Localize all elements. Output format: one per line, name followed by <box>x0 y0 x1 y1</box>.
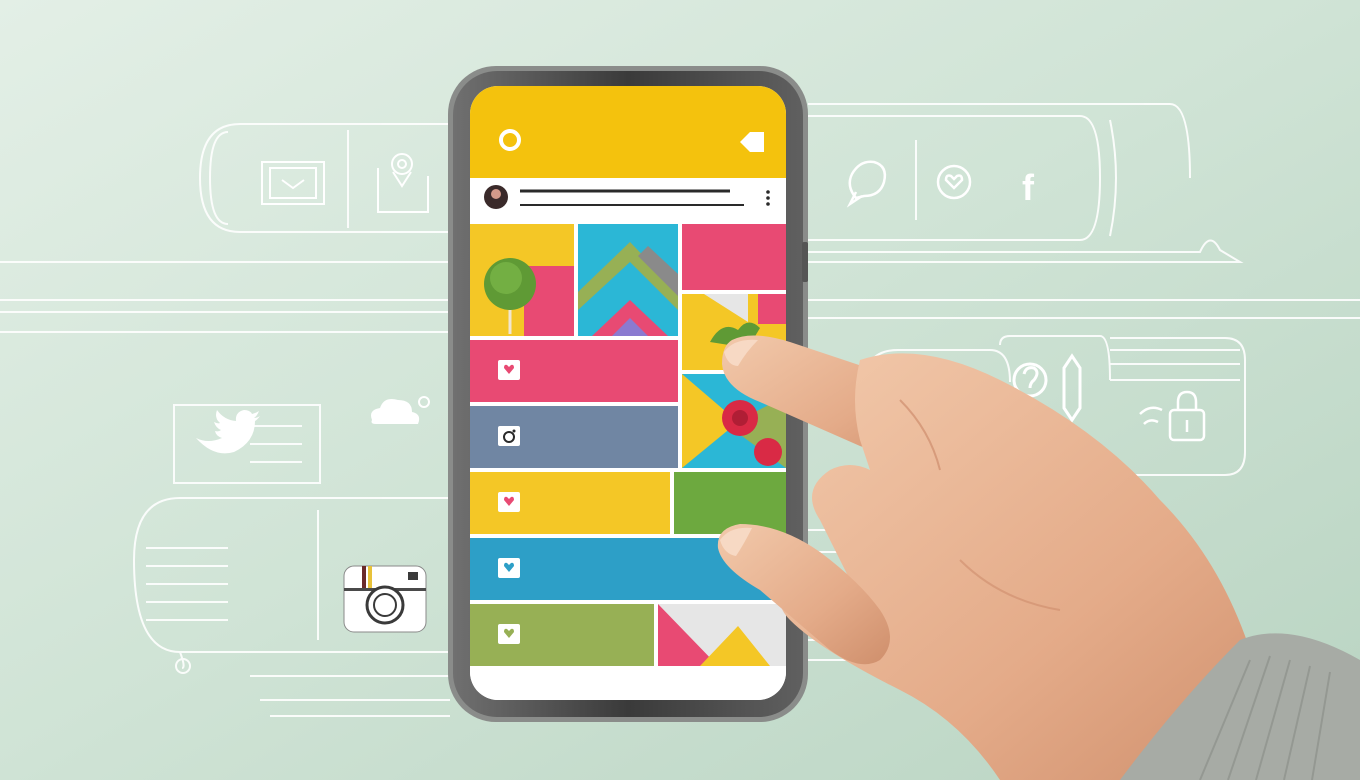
kebab-menu-icon[interactable] <box>766 190 770 206</box>
phone <box>448 66 808 722</box>
svg-text:f: f <box>1022 167 1035 208</box>
camera-icon <box>343 565 427 633</box>
scene: f <box>0 0 1360 780</box>
facebook-f-icon: f <box>1022 167 1035 208</box>
